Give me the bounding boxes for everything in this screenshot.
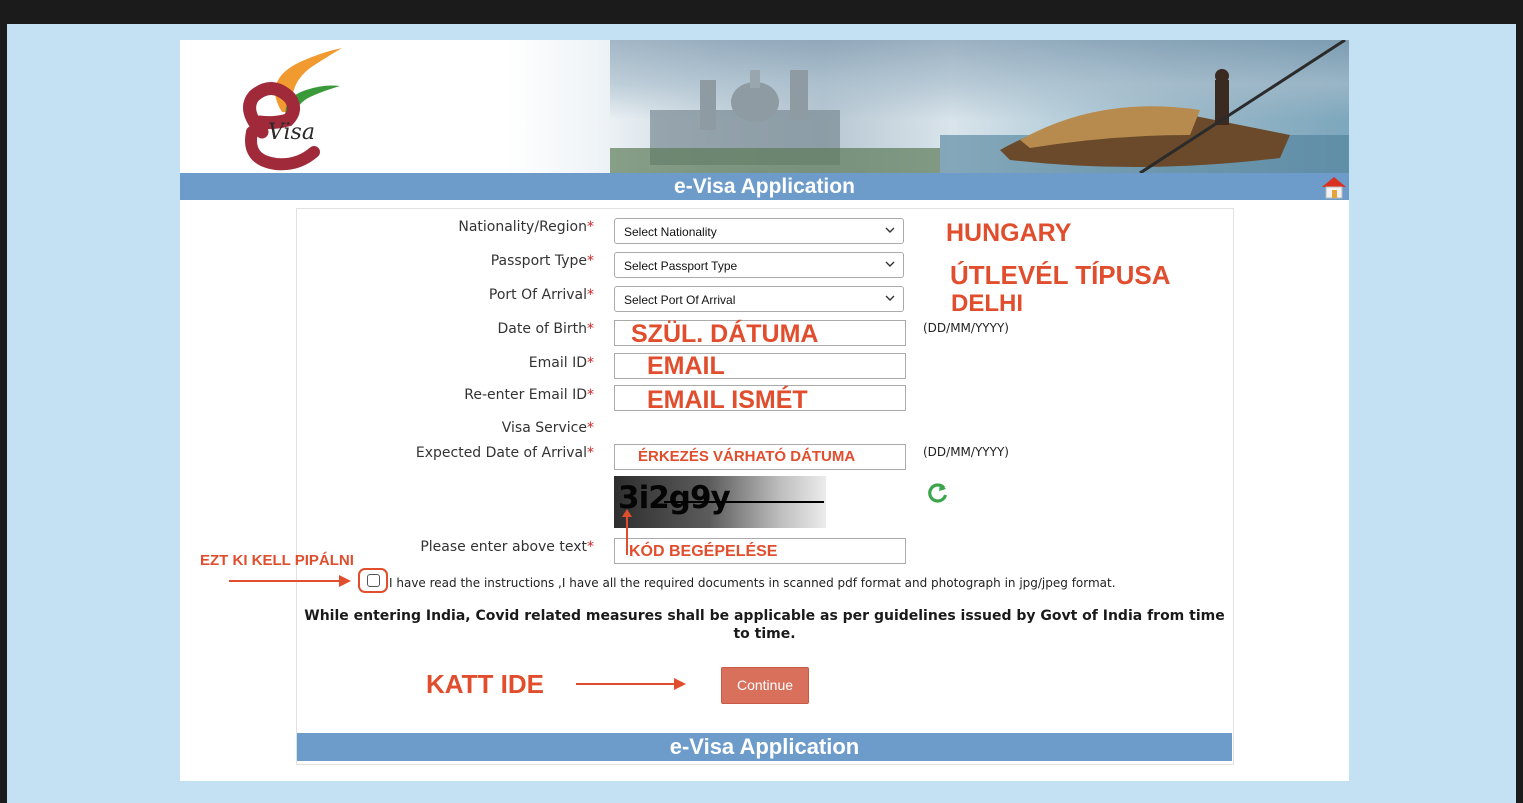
- captcha-label: Please enter above text*: [420, 539, 594, 555]
- footer-title: e-Visa Application: [297, 733, 1232, 761]
- dob-format-hint: (DD/MM/YYYY): [923, 321, 1009, 335]
- chevron-down-icon: [885, 295, 895, 301]
- port-of-arrival-select[interactable]: Select Port Of Arrival: [614, 286, 904, 312]
- annotation-dob: SZÜL. DÁTUMA: [631, 320, 819, 348]
- dob-label: Date of Birth*: [497, 321, 594, 337]
- annotation-email-again: EMAIL ISMÉT: [647, 386, 808, 414]
- email-label: Email ID*: [528, 355, 594, 371]
- visa-service-label: Visa Service*: [501, 420, 594, 436]
- evisa-logo: [243, 48, 342, 171]
- nationality-label: Nationality/Region*: [458, 219, 594, 235]
- home-icon[interactable]: [1320, 175, 1348, 199]
- checkbox-highlight-circle: [358, 568, 388, 593]
- header-banner: Visa: [180, 40, 1349, 173]
- covid-notice: While entering India, Covid related meas…: [304, 608, 1225, 642]
- arrival-date-label: Expected Date of Arrival*: [415, 445, 594, 461]
- arrow-icon: [576, 678, 686, 690]
- email-confirm-label: Re-enter Email ID*: [464, 387, 594, 403]
- page-title: e-Visa Application: [180, 173, 1349, 200]
- passport-type-select[interactable]: Select Passport Type: [614, 252, 904, 278]
- logo-text: Visa: [268, 120, 315, 145]
- captcha-image: 3i2g9y: [614, 476, 826, 528]
- nationality-select[interactable]: Select Nationality: [614, 218, 904, 244]
- arrival-date-format-hint: (DD/MM/YYYY): [923, 445, 1009, 459]
- passport-type-label: Passport Type*: [490, 253, 594, 269]
- continue-button[interactable]: Continue: [721, 667, 809, 704]
- chevron-down-icon: [885, 261, 895, 267]
- annotation-captcha-entry: KÓD BEGÉPELÉSE: [629, 543, 778, 560]
- port-of-arrival-label: Port Of Arrival*: [488, 287, 594, 303]
- refresh-icon[interactable]: [927, 482, 949, 504]
- arrow-icon: [622, 509, 632, 555]
- captcha-strike: [664, 501, 824, 503]
- chevron-down-icon: [885, 227, 895, 233]
- annotation-arrival-date: ÉRKEZÉS VÁRHATÓ DÁTUMA: [638, 448, 856, 465]
- arrow-icon: [229, 575, 351, 587]
- annotation-checkbox-note: EZT KI KELL PIPÁLNI: [200, 552, 354, 569]
- annotation-click-here: KATT IDE: [426, 669, 544, 699]
- agreement-text: I have read the instructions ,I have all…: [389, 576, 1116, 590]
- annotation-passport-type: ÚTLEVÉL TÍPUSA: [950, 260, 1171, 290]
- annotation-delhi: DELHI: [951, 290, 1023, 317]
- annotation-email: EMAIL: [647, 352, 725, 380]
- annotation-hungary: HUNGARY: [946, 219, 1072, 247]
